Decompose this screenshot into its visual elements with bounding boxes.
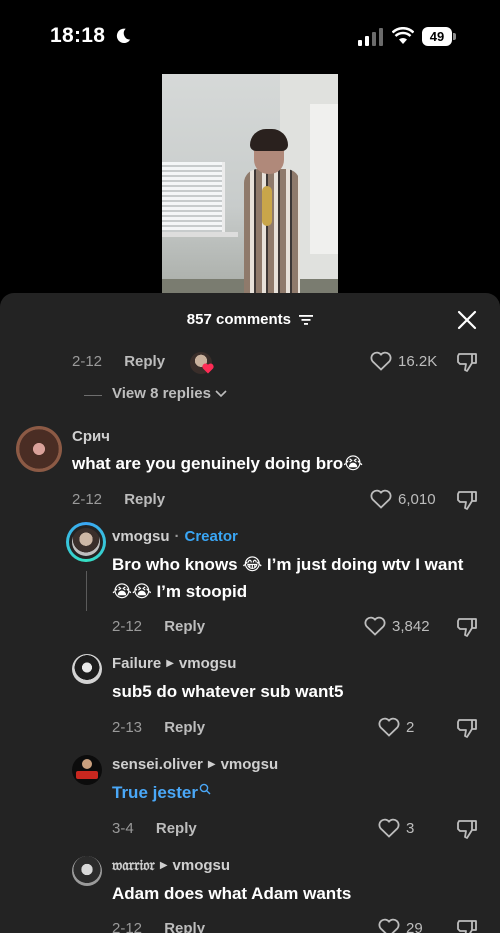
thread-line bbox=[86, 571, 87, 611]
heart-icon bbox=[364, 616, 386, 636]
comment-text: what are you genuinely doing bro😭 bbox=[72, 454, 363, 473]
comment-text: Bro who knows 😂 I’m just doing wtv I wan… bbox=[112, 555, 464, 601]
like-button[interactable]: 3 bbox=[378, 818, 414, 838]
status-bar: 18:18 49 bbox=[0, 0, 500, 72]
comment-date: 2-12 bbox=[112, 618, 143, 635]
filter-icon[interactable] bbox=[299, 314, 314, 326]
username-link[interactable]: 𝔴𝔞𝔯𝔯𝔦𝔬𝔯 bbox=[112, 857, 155, 874]
like-count: 2 bbox=[406, 718, 415, 736]
reply-arrow-icon: ▶ bbox=[166, 658, 174, 669]
reply-arrow-icon: ▶ bbox=[159, 860, 168, 871]
wifi-icon bbox=[392, 27, 414, 44]
comment-text: sub5 do whatever sub want5 bbox=[112, 682, 344, 701]
battery-icon: 49 bbox=[422, 27, 456, 46]
dislike-icon[interactable] bbox=[456, 489, 478, 511]
view-replies-button[interactable]: View 8 replies bbox=[112, 385, 227, 402]
battery-level: 49 bbox=[422, 27, 452, 46]
comment-meta: 2-12 Reply bbox=[72, 491, 165, 508]
like-button[interactable]: 6,010 bbox=[370, 489, 436, 509]
reply-to-username[interactable]: vmogsu bbox=[221, 756, 279, 773]
comments-sheet: 857 comments 2-12 Reply 16.2K View 8 rep… bbox=[0, 293, 500, 933]
creator-badge: Creator bbox=[184, 528, 238, 545]
reply-button[interactable]: Reply bbox=[164, 618, 205, 635]
reply-button[interactable]: Reply bbox=[156, 820, 197, 837]
creator-avatar[interactable] bbox=[66, 522, 106, 562]
heart-icon bbox=[378, 717, 400, 737]
like-count: 29 bbox=[406, 919, 423, 933]
signal-icon bbox=[358, 28, 383, 46]
reply-to-username[interactable]: vmogsu bbox=[173, 857, 231, 874]
search-link[interactable]: True jester bbox=[112, 779, 198, 806]
username-link[interactable]: Failure bbox=[112, 655, 161, 672]
comment-username: sensei.oliver ▶ vmogsu bbox=[112, 756, 278, 773]
heart-icon bbox=[370, 489, 392, 509]
comment-meta: 2-13 Reply bbox=[112, 719, 205, 736]
view-replies-line bbox=[84, 395, 102, 396]
comment-username[interactable]: Срич bbox=[72, 428, 110, 445]
heart-icon bbox=[202, 363, 214, 374]
dislike-icon[interactable] bbox=[456, 818, 478, 840]
chevron-down-icon bbox=[215, 389, 227, 397]
comment-meta: 3-4 Reply bbox=[112, 820, 197, 837]
avatar[interactable] bbox=[16, 426, 62, 472]
comment-username: vmogsu · Creator bbox=[112, 528, 238, 545]
like-count: 16.2K bbox=[398, 352, 438, 370]
like-button[interactable]: 2 bbox=[378, 717, 414, 737]
comment-meta: 2-12 Reply bbox=[112, 618, 205, 635]
comments-header: 857 comments bbox=[0, 311, 500, 328]
username-link[interactable]: sensei.oliver bbox=[112, 756, 203, 773]
search-icon bbox=[199, 783, 211, 794]
comment-date: 2-12 bbox=[72, 491, 103, 508]
comment-text: True jester bbox=[112, 779, 211, 806]
like-button[interactable]: 29 bbox=[378, 918, 423, 933]
username-link[interactable]: vmogsu bbox=[112, 528, 170, 545]
comment-date: 2-12 bbox=[72, 353, 103, 370]
heart-icon bbox=[370, 351, 392, 371]
reply-button[interactable]: Reply bbox=[124, 353, 165, 370]
comment-date: 2-12 bbox=[112, 920, 143, 933]
comment-username: Failure ▶ vmogsu bbox=[112, 655, 236, 672]
avatar[interactable] bbox=[72, 755, 102, 785]
like-button[interactable]: 16.2K bbox=[370, 351, 437, 371]
dislike-icon[interactable] bbox=[456, 351, 478, 373]
avatar[interactable] bbox=[72, 856, 102, 886]
like-count: 6,010 bbox=[398, 490, 436, 508]
comment-meta: 2-12 Reply bbox=[112, 920, 205, 933]
comment-username: 𝔴𝔞𝔯𝔯𝔦𝔬𝔯 ▶ vmogsu bbox=[112, 857, 230, 874]
like-count: 3,842 bbox=[392, 617, 430, 635]
view-replies-label: View 8 replies bbox=[112, 385, 211, 402]
like-button[interactable]: 3,842 bbox=[364, 616, 430, 636]
reply-button[interactable]: Reply bbox=[164, 920, 205, 933]
reply-to-username[interactable]: vmogsu bbox=[179, 655, 237, 672]
reply-button[interactable]: Reply bbox=[164, 719, 205, 736]
comments-count: 857 comments bbox=[186, 311, 292, 328]
comment-date: 2-13 bbox=[112, 719, 143, 736]
dislike-icon[interactable] bbox=[456, 717, 478, 739]
dislike-icon[interactable] bbox=[456, 918, 478, 933]
dislike-icon[interactable] bbox=[456, 616, 478, 638]
comment-meta: 2-12 Reply bbox=[72, 353, 165, 370]
comment-text: Adam does what Adam wants bbox=[112, 884, 352, 903]
like-count: 3 bbox=[406, 819, 415, 837]
heart-icon bbox=[378, 918, 400, 933]
heart-icon bbox=[378, 818, 400, 838]
reply-arrow-icon: ▶ bbox=[207, 759, 216, 770]
video-preview[interactable] bbox=[162, 74, 338, 294]
status-time: 18:18 bbox=[50, 24, 106, 47]
comment-date: 3-4 bbox=[112, 820, 134, 837]
avatar[interactable] bbox=[72, 654, 102, 684]
close-icon[interactable] bbox=[456, 309, 478, 331]
reply-button[interactable]: Reply bbox=[124, 491, 165, 508]
moon-icon bbox=[116, 28, 131, 44]
